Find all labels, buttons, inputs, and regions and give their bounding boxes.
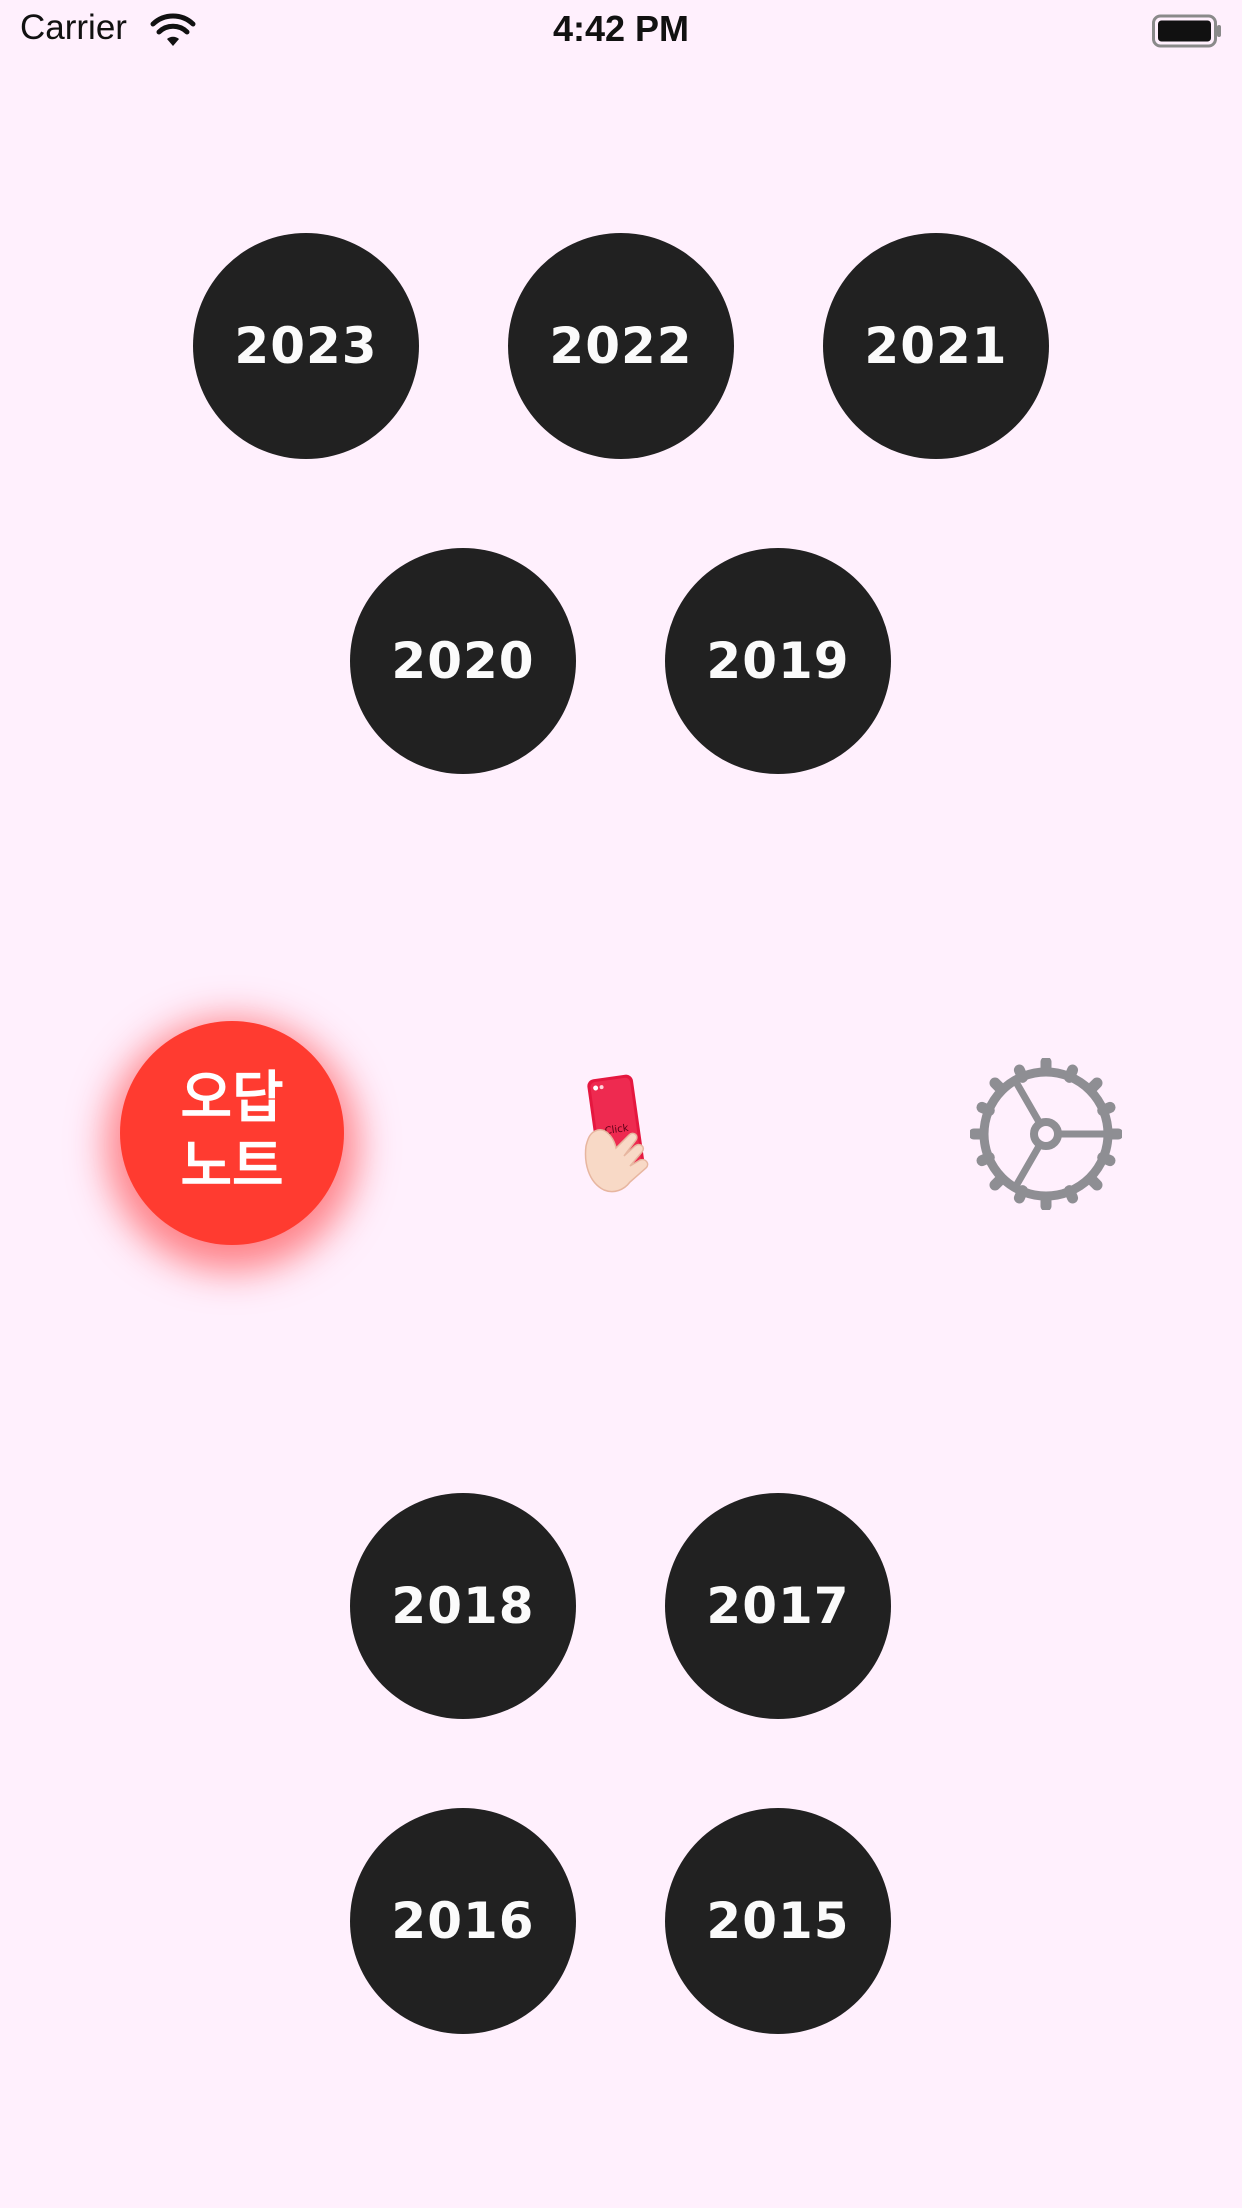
year-label: 2016: [391, 1892, 535, 1950]
year-label: 2017: [706, 1577, 850, 1635]
status-bar: Carrier 4:42 PM: [0, 0, 1242, 60]
status-time: 4:42 PM: [552, 8, 690, 49]
phone-click-icon[interactable]: Click: [580, 1072, 660, 1198]
year-2017-button[interactable]: 2017: [665, 1493, 891, 1719]
year-label: 2021: [864, 317, 1008, 375]
year-2018-button[interactable]: 2018: [350, 1493, 576, 1719]
battery-icon: [1152, 14, 1221, 48]
year-label: 2022: [549, 317, 693, 375]
note-label-line1: 오답: [180, 1066, 284, 1131]
year-2023-button[interactable]: 2023: [193, 233, 419, 459]
year-label: 2020: [391, 632, 535, 690]
note-label-line2: 노트: [180, 1134, 284, 1199]
year-2016-button[interactable]: 2016: [350, 1808, 576, 2034]
year-label: 2023: [234, 317, 378, 375]
year-2021-button[interactable]: 2021: [823, 233, 1049, 459]
year-2020-button[interactable]: 2020: [350, 548, 576, 774]
year-label: 2015: [706, 1892, 850, 1950]
gear-icon[interactable]: [970, 1058, 1122, 1210]
wrong-answer-note-button[interactable]: 오답 노트: [120, 1021, 344, 1245]
year-label: 2019: [706, 632, 850, 690]
year-2019-button[interactable]: 2019: [665, 548, 891, 774]
year-2022-button[interactable]: 2022: [508, 233, 734, 459]
year-2015-button[interactable]: 2015: [665, 1808, 891, 2034]
year-label: 2018: [391, 1577, 535, 1635]
